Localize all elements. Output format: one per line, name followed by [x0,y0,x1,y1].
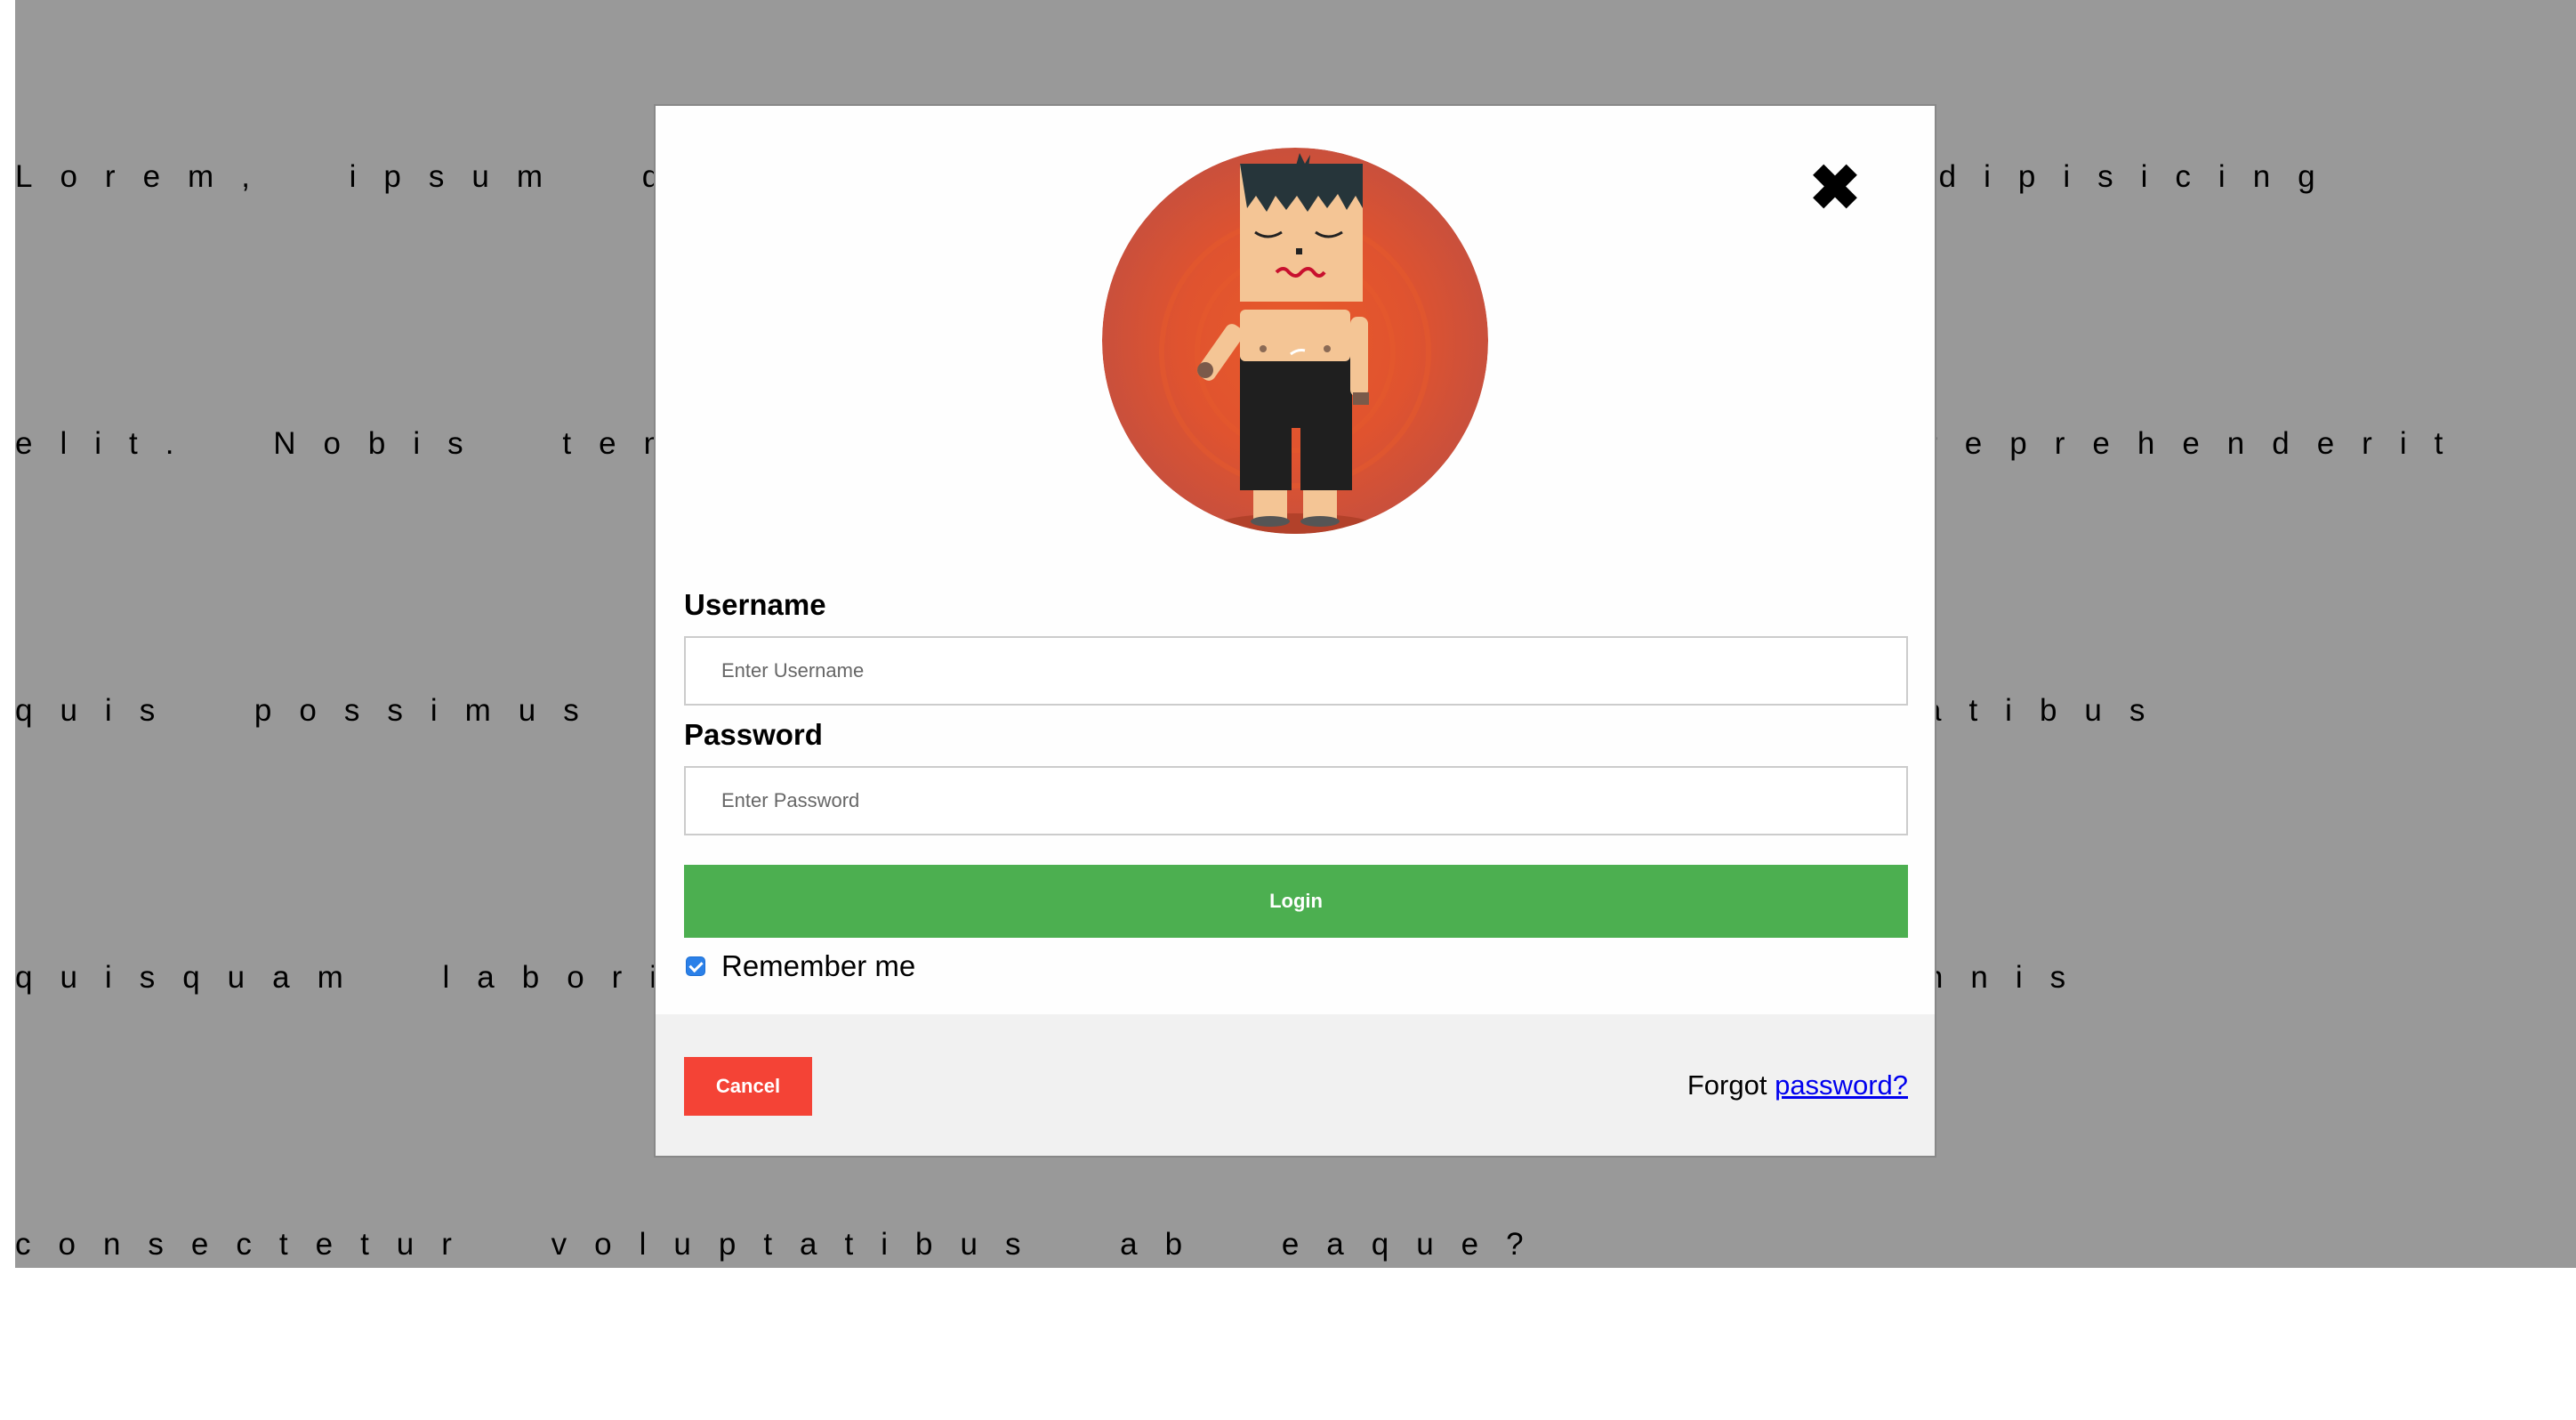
login-modal: ✖ Username Enter Username Password Login… [654,104,1936,1158]
remember-me-row: Remember me [686,949,915,983]
password-input[interactable] [684,766,1908,835]
avatar-illustration [1102,148,1488,534]
close-icon[interactable]: ✖ [1808,157,1862,219]
cancel-button[interactable]: Cancel [684,1057,812,1116]
background-text-line: consectetur voluptatibus ab eaque? [15,1227,1551,1262]
remember-me-label[interactable]: Remember me [721,949,915,983]
remember-me-checkbox[interactable] [686,956,705,976]
forgot-password-link[interactable]: password? [1775,1069,1908,1101]
forgot-password-text: Forgot password? [1687,1069,1908,1101]
forgot-text: Forgot [1686,1069,1767,1101]
avatar [1102,148,1488,534]
username-label: Username [684,588,826,621]
username-input[interactable] [684,636,1908,706]
login-button[interactable]: Login [684,865,1908,938]
modal-footer: Cancel Forgot password? [656,1014,1935,1156]
password-label: Password [684,718,823,751]
